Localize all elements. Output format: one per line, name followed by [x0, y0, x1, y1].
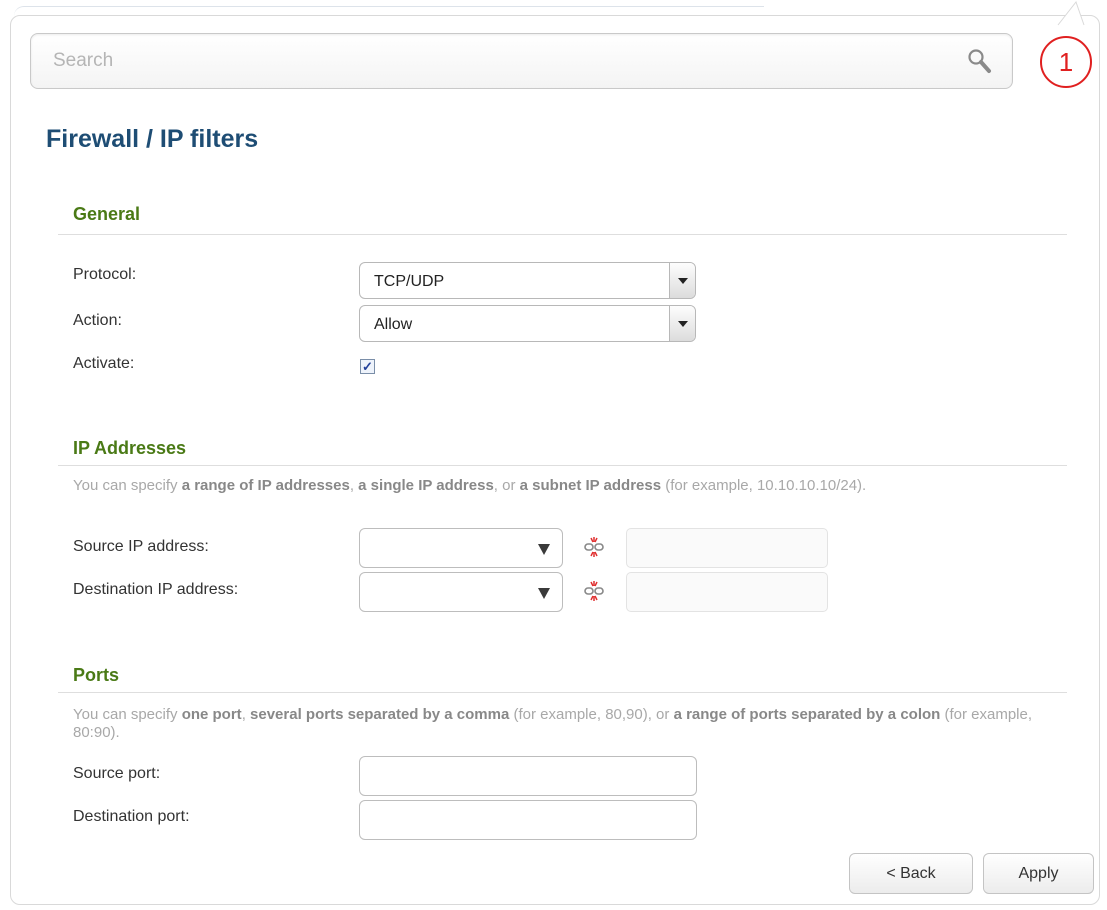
destination-ip-select[interactable] — [359, 572, 563, 612]
ip-hint-text: You can specify a range of IP addresses,… — [73, 477, 867, 494]
protocol-select[interactable]: TCP/UDP — [359, 262, 696, 299]
section-divider — [58, 692, 1067, 693]
section-ports-title: Ports — [73, 665, 120, 685]
apply-button[interactable]: Apply — [983, 853, 1094, 894]
unlink-icon[interactable] — [583, 580, 605, 607]
ports-hint-text: You can specify one port, several ports … — [73, 706, 1033, 741]
activate-checkbox[interactable]: ✓ — [360, 359, 375, 374]
protocol-label: Protocol: — [73, 266, 137, 283]
source-ip-input[interactable] — [626, 528, 828, 568]
source-port-input[interactable] — [359, 756, 697, 796]
notification-tail — [1057, 0, 1085, 26]
dropdown-arrow-icon[interactable] — [538, 588, 550, 599]
destination-ip-label: Destination IP address: — [73, 581, 239, 598]
source-ip-label: Source IP address: — [73, 538, 209, 555]
page-title: Firewall / IP filters — [46, 125, 259, 153]
back-button[interactable]: < Back — [849, 853, 973, 894]
section-ip-title: IP Addresses — [73, 438, 187, 458]
destination-ip-input[interactable] — [626, 572, 828, 612]
action-value: Allow — [374, 316, 413, 333]
chevron-down-icon[interactable] — [669, 263, 695, 298]
chevron-down-icon[interactable] — [669, 306, 695, 341]
search-input[interactable]: Search — [53, 50, 113, 72]
protocol-value: TCP/UDP — [374, 273, 445, 290]
notification-badge[interactable]: 1 — [1040, 36, 1092, 88]
section-divider — [58, 465, 1067, 466]
dropdown-arrow-icon[interactable] — [538, 544, 550, 555]
search-icon[interactable] — [966, 47, 992, 80]
destination-port-input[interactable] — [359, 800, 697, 840]
action-label: Action: — [73, 312, 122, 329]
source-port-label: Source port: — [73, 765, 161, 782]
destination-port-label: Destination port: — [73, 808, 190, 825]
source-ip-select[interactable] — [359, 528, 563, 568]
section-general-title: General — [73, 204, 141, 224]
unlink-icon[interactable] — [583, 536, 605, 563]
section-divider — [58, 234, 1067, 235]
search-bar[interactable]: Search — [30, 33, 1013, 89]
action-select[interactable]: Allow — [359, 305, 696, 342]
activate-label: Activate: — [73, 355, 135, 372]
